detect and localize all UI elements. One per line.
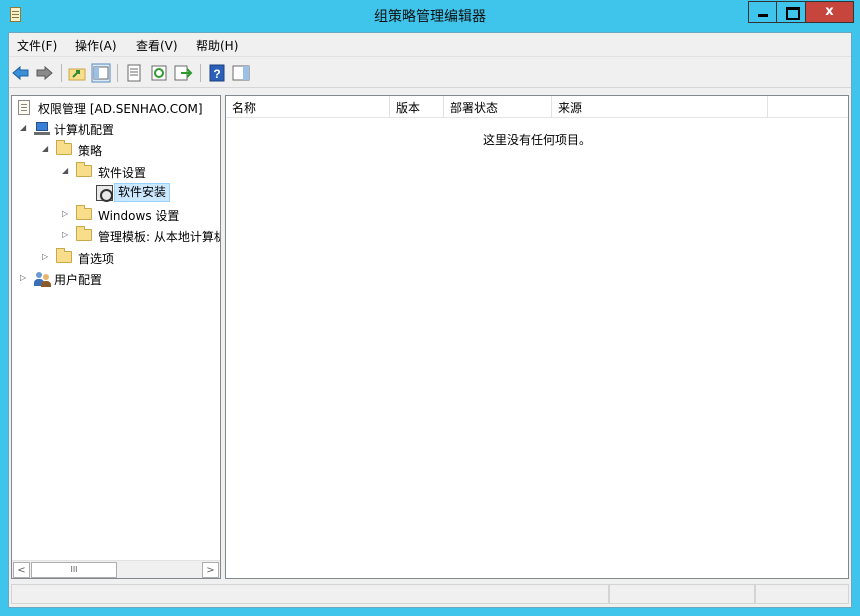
status-cell-2 xyxy=(609,584,755,604)
software-install-icon xyxy=(96,185,113,202)
forward-arrow-icon[interactable] xyxy=(34,63,54,83)
tree-item-label: 计算机配置 xyxy=(54,123,115,137)
tree-item-label: 首选项 xyxy=(78,252,115,266)
gpo-editor-window: 组策略管理编辑器 x 文件(F) 操作(A) 查看(V) 帮助(H) ? 权限管… xyxy=(0,0,860,616)
column-header-deployment-state[interactable]: 部署状态 xyxy=(444,96,552,118)
window-title: 组策略管理编辑器 xyxy=(374,9,486,25)
menu-bar: 文件(F) 操作(A) 查看(V) 帮助(H) xyxy=(9,33,851,57)
maximize-button[interactable] xyxy=(777,1,806,23)
scroll-thumb[interactable]: III xyxy=(31,562,117,578)
toolbar-separator xyxy=(117,64,118,82)
expander-icon[interactable]: ◢ xyxy=(62,166,70,176)
expander-icon[interactable]: ◢ xyxy=(42,144,50,154)
expander-icon[interactable]: ▷ xyxy=(62,209,70,219)
help-icon[interactable]: ? xyxy=(207,63,227,83)
folder-icon xyxy=(76,226,92,241)
horizontal-scrollbar[interactable]: < III > xyxy=(12,560,220,578)
tree-item-label: 软件安装 xyxy=(114,183,171,202)
folder-icon xyxy=(56,248,72,263)
toolbar-separator xyxy=(61,64,62,82)
toolbar-separator xyxy=(200,64,201,82)
column-header-name[interactable]: 名称 xyxy=(226,96,390,118)
scroll-right-button[interactable]: > xyxy=(202,562,219,578)
close-icon: x xyxy=(825,4,834,19)
policy-doc-icon xyxy=(18,100,30,115)
status-cell-main xyxy=(11,584,609,604)
show-hide-tree-icon[interactable] xyxy=(91,63,111,83)
folder-icon xyxy=(76,162,92,177)
details-list-pane[interactable]: 名称 版本 部署状态 来源 这里没有任何项目。 xyxy=(225,95,849,579)
status-bar xyxy=(9,582,851,606)
close-button[interactable]: x xyxy=(806,1,854,23)
folder-icon xyxy=(56,140,72,155)
expander-icon[interactable]: ▷ xyxy=(42,252,50,262)
show-hide-action-pane-icon[interactable] xyxy=(231,63,251,83)
console-tree-pane[interactable]: 权限管理 [AD.SENHAO.COM] ◢ 计算机配置 ◢ 策略 ◢ 软件设置… xyxy=(11,95,221,579)
tree-item-label: 权限管理 [AD.SENHAO.COM] xyxy=(38,102,203,116)
status-cell-3 xyxy=(755,584,849,604)
menu-file[interactable]: 文件(F) xyxy=(17,37,57,54)
toolbar: ? xyxy=(9,58,851,88)
expander-icon[interactable]: ▷ xyxy=(20,273,28,283)
expander-icon[interactable]: ◢ xyxy=(20,123,28,133)
tree-item-label: 软件设置 xyxy=(98,166,147,180)
folder-icon xyxy=(76,205,92,220)
menu-view[interactable]: 查看(V) xyxy=(136,37,178,54)
refresh-icon[interactable] xyxy=(149,63,169,83)
svg-text:?: ? xyxy=(213,67,220,81)
title-bar[interactable]: 组策略管理编辑器 x xyxy=(0,0,860,32)
users-icon xyxy=(34,271,51,287)
column-header-source[interactable]: 来源 xyxy=(552,96,768,118)
client-area: 文件(F) 操作(A) 查看(V) 帮助(H) ? 权限管理 [AD.SENHA… xyxy=(8,32,852,608)
column-header-version[interactable]: 版本 xyxy=(390,96,444,118)
computer-icon xyxy=(34,122,50,135)
properties-icon[interactable] xyxy=(124,63,144,83)
tree-item-label: 用户配置 xyxy=(54,273,103,287)
back-arrow-icon[interactable] xyxy=(11,63,31,83)
menu-help[interactable]: 帮助(H) xyxy=(196,37,238,54)
expander-icon[interactable]: ▷ xyxy=(62,230,70,240)
menu-action[interactable]: 操作(A) xyxy=(75,37,117,54)
column-header-empty xyxy=(768,96,848,118)
tree-item-label: 策略 xyxy=(78,144,103,158)
tree-item-label: 管理模板: 从本地计算机 xyxy=(98,230,221,244)
empty-list-message: 这里没有任何项目。 xyxy=(482,133,591,147)
export-list-icon[interactable] xyxy=(173,63,193,83)
up-folder-icon[interactable] xyxy=(67,63,87,83)
tree-item-label: Windows 设置 xyxy=(98,209,180,223)
scroll-left-button[interactable]: < xyxy=(13,562,30,578)
minimize-button[interactable] xyxy=(748,1,777,23)
